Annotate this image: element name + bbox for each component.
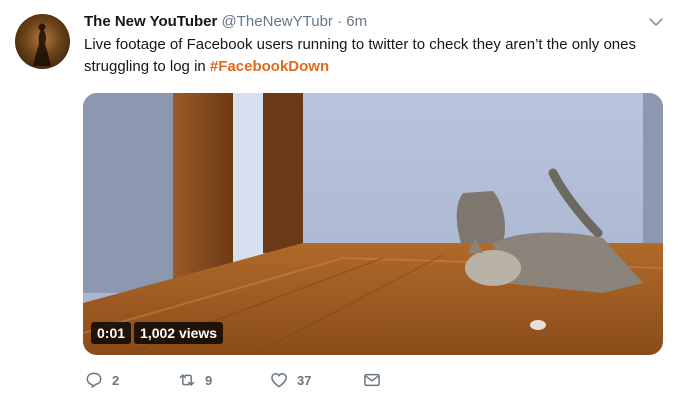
- timestamp[interactable]: 6m: [346, 13, 367, 30]
- like-button[interactable]: 37: [269, 370, 362, 390]
- tweet-text: Live footage of Facebook users running t…: [84, 34, 654, 78]
- envelope-icon: [364, 373, 380, 387]
- reply-count: 2: [112, 372, 120, 388]
- video-frame: [83, 93, 663, 355]
- tweet-body: Live footage of Facebook users running t…: [84, 36, 636, 75]
- author-handle[interactable]: @TheNewYTubr: [222, 13, 333, 30]
- retweet-icon: [179, 374, 195, 386]
- tweet-actions: 2 9 37: [84, 368, 382, 392]
- tweet: The New YouTuber @TheNewYTubr · 6m Live …: [0, 0, 678, 401]
- author-name[interactable]: The New YouTuber: [84, 13, 217, 30]
- reply-icon: [86, 372, 102, 388]
- hashtag-link[interactable]: #FacebookDown: [210, 58, 329, 75]
- video-badges: 0:01 1,002 views: [91, 322, 224, 344]
- reply-button[interactable]: 2: [84, 370, 177, 390]
- video-views: 1,002 views: [134, 322, 224, 344]
- chevron-down-icon[interactable]: [648, 14, 664, 30]
- like-count: 37: [297, 372, 312, 388]
- direct-message-button[interactable]: [362, 370, 382, 390]
- retweet-count: 9: [205, 372, 213, 388]
- video-duration: 0:01: [91, 322, 132, 344]
- avatar[interactable]: [15, 14, 70, 69]
- separator-dot: ·: [337, 13, 343, 30]
- tweet-header: The New YouTuber @TheNewYTubr · 6m: [84, 12, 367, 32]
- video-player[interactable]: [83, 93, 663, 355]
- heart-icon: [271, 373, 287, 388]
- retweet-button[interactable]: 9: [177, 370, 269, 390]
